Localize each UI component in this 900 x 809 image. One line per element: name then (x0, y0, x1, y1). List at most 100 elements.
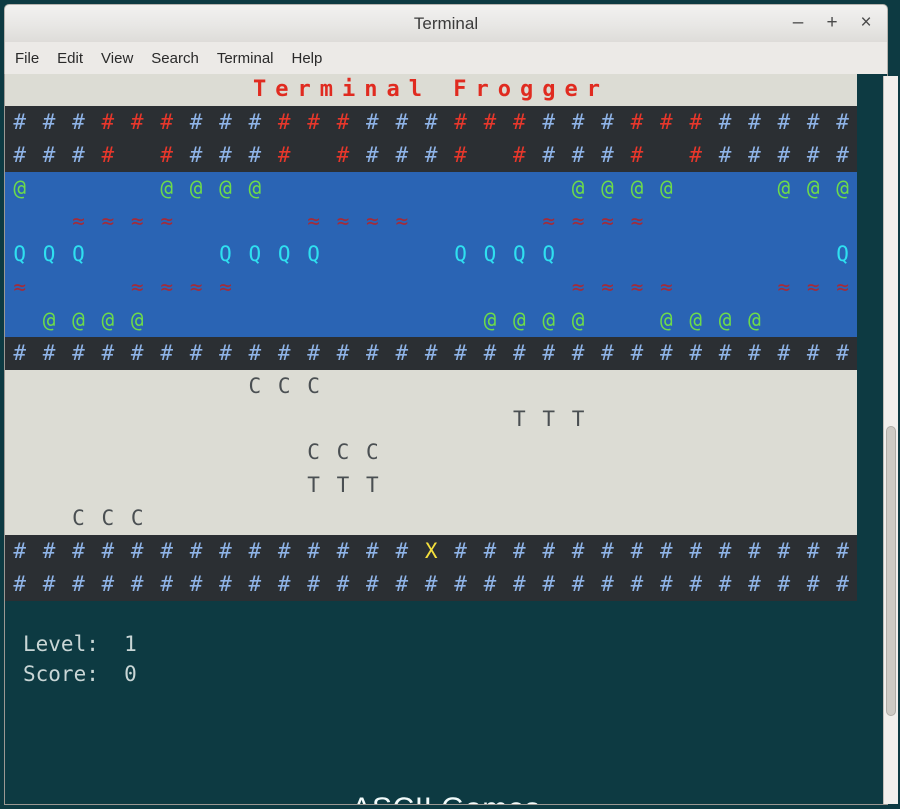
game-cell: # (160, 110, 173, 134)
game-cell: # (630, 110, 644, 134)
terminal-window: Terminal – + × File Edit View Search Ter… (0, 0, 900, 809)
water-wave-row-1: ≈ ≈ ≈ ≈ ≈ ≈ ≈ ≈ ≈ ≈ ≈ ≈ (5, 205, 857, 238)
game-cell: T (366, 473, 379, 497)
menu-item-file[interactable]: File (15, 50, 39, 67)
game-cell: # (160, 539, 173, 563)
game-cell (211, 469, 240, 502)
game-cell: ≈ (777, 275, 791, 299)
game-cell: # (689, 110, 702, 134)
game-cell (328, 370, 357, 403)
game-cell (328, 502, 357, 535)
game-cell (64, 403, 93, 436)
safe-zone-row: # # # # # # # # # # # # # # # # # # # # # # # # # # # # # (5, 337, 857, 370)
game-cell (211, 304, 240, 337)
street-row-2: TTT (5, 403, 857, 436)
game-cell: @ (189, 176, 203, 200)
game-cell (270, 436, 299, 469)
game-cell (152, 304, 181, 337)
game-cell (240, 436, 269, 469)
game-cell (299, 139, 328, 172)
game-cell (299, 502, 328, 535)
game-cell (593, 238, 622, 271)
game-cell (5, 304, 34, 337)
game-cell (5, 502, 34, 535)
game-cell (181, 403, 210, 436)
game-cell (240, 271, 269, 304)
game-cell: # (189, 143, 203, 167)
game-cell (5, 205, 34, 238)
game-cell (387, 436, 416, 469)
game-cell (799, 436, 828, 469)
game-cell (123, 172, 152, 205)
game-cell (328, 271, 357, 304)
game-cell (181, 469, 210, 502)
game-cell (475, 172, 504, 205)
game-cell (475, 436, 504, 469)
game-cell (446, 304, 475, 337)
game-cell (416, 436, 445, 469)
minimize-button[interactable]: – (789, 11, 807, 35)
game-cell (505, 172, 534, 205)
game-cell: # (718, 341, 732, 365)
game-cell (5, 370, 34, 403)
game-grid: # # # # # # # # # # # # # # # # # # # # # # # # # # # # # # # # # # # # # # … (5, 106, 857, 601)
game-cell: # (748, 341, 761, 365)
game-cell: # (806, 143, 820, 167)
terminal-content[interactable]: Terminal Frogger # # # # # # # # # # # # # # # # # # # # # # #… (4, 74, 888, 805)
game-cell (681, 370, 710, 403)
game-cell: # (101, 143, 115, 167)
game-cell (710, 469, 739, 502)
game-cell: # (366, 572, 379, 596)
game-cell: # (601, 143, 614, 167)
scrollbar-thumb[interactable] (886, 426, 896, 716)
game-cell (270, 172, 299, 205)
game-cell (328, 304, 357, 337)
game-cell (416, 205, 445, 238)
game-cell: # (748, 110, 761, 134)
game-cell (681, 403, 710, 436)
menu-item-help[interactable]: Help (292, 50, 323, 67)
game-cell: # (336, 539, 350, 563)
game-cell (64, 469, 93, 502)
game-cell: # (659, 539, 673, 563)
game-cell: # (454, 539, 467, 563)
game-cell: Q (483, 242, 497, 266)
game-cell (299, 304, 328, 337)
game-cell (240, 205, 269, 238)
game-cell (416, 370, 445, 403)
game-cell: # (601, 539, 614, 563)
game-cell (799, 469, 828, 502)
game-cell: C (248, 374, 262, 398)
menu-item-search[interactable]: Search (151, 50, 199, 67)
game-cell: # (130, 572, 144, 596)
game-cell: ≈ (160, 275, 173, 299)
menu-item-terminal[interactable]: Terminal (217, 50, 274, 67)
game-cell: C (277, 374, 291, 398)
game-cell: # (42, 143, 56, 167)
game-cell (652, 403, 681, 436)
game-cell: @ (836, 176, 849, 200)
game-cell (446, 469, 475, 502)
game-cell (710, 205, 739, 238)
game-cell: T (307, 473, 320, 497)
game-cell (123, 436, 152, 469)
game-cell (211, 205, 240, 238)
game-cell: # (307, 572, 320, 596)
game-cell (652, 502, 681, 535)
game-cell (34, 436, 63, 469)
close-button[interactable]: × (857, 11, 875, 35)
game-cell: Q (13, 242, 27, 266)
game-cell (710, 172, 739, 205)
game-cell (593, 403, 622, 436)
vertical-scrollbar[interactable] (883, 76, 898, 804)
game-cell: ≈ (395, 209, 409, 233)
maximize-button[interactable]: + (823, 11, 841, 35)
game-cell (534, 271, 563, 304)
game-cell: Q (513, 242, 526, 266)
menu-item-view[interactable]: View (101, 50, 133, 67)
menu-item-edit[interactable]: Edit (57, 50, 83, 67)
game-cell (211, 403, 240, 436)
game-cell: # (454, 341, 467, 365)
game-cell (505, 469, 534, 502)
game-cell (416, 238, 445, 271)
